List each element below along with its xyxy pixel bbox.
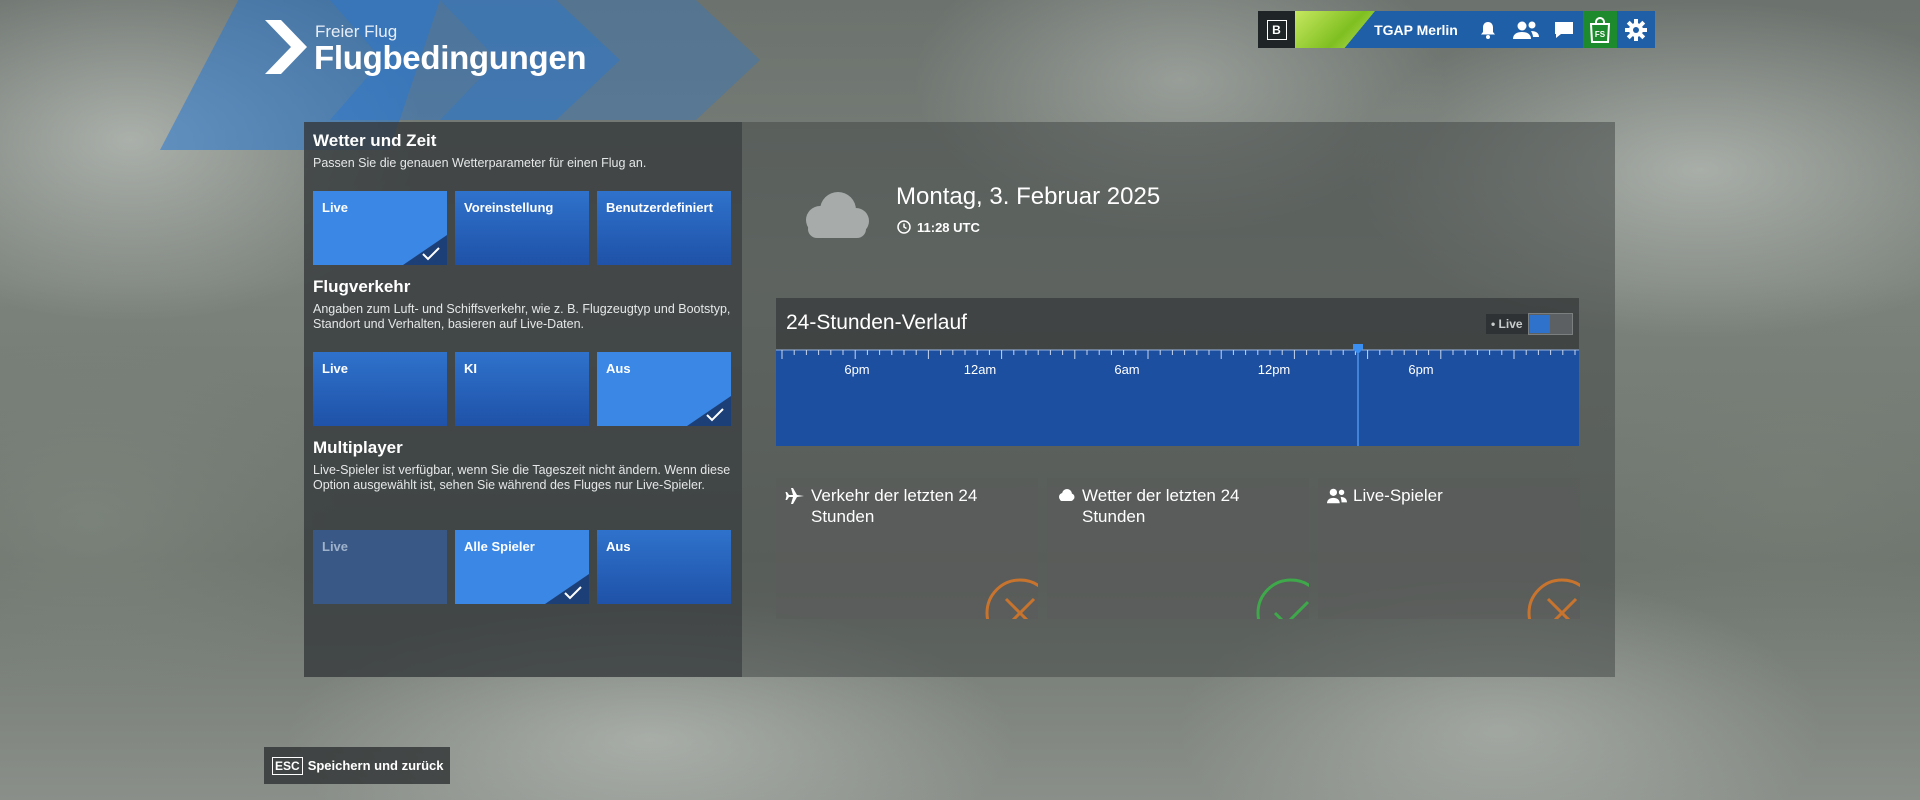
profile-badge[interactable]: B <box>1258 11 1295 48</box>
available-check-icon <box>1256 578 1309 619</box>
top-bar: B TGAP Merlin FS <box>1258 11 1655 48</box>
live-toggle[interactable]: • Live <box>1486 313 1573 335</box>
card-traffic-24h[interactable]: Verkehr der letzten 24 Stunden <box>776 478 1038 619</box>
chat-icon[interactable] <box>1545 11 1583 48</box>
multiplayer-option-all-players[interactable]: Alle Spieler <box>455 530 589 604</box>
save-and-back-button[interactable]: ESC Speichern und zurück <box>264 747 450 784</box>
shop-icon[interactable]: FS <box>1583 11 1617 48</box>
checkmark-icon <box>422 247 440 261</box>
traffic-title: Flugverkehr <box>313 277 411 296</box>
traffic-description: Angaben zum Luft- und Schiffsverkehr, wi… <box>313 302 731 331</box>
svg-text:FS: FS <box>1595 30 1606 39</box>
weather-time-description: Passen Sie die genauen Wetterparameter f… <box>313 156 647 170</box>
multiplayer-option-off[interactable]: Aus <box>597 530 731 604</box>
timeline-tick-label: 6pm <box>1408 362 1433 377</box>
unavailable-icon <box>985 578 1038 619</box>
traffic-option-ai[interactable]: KI <box>455 352 589 426</box>
weather-option-live[interactable]: Live <box>313 191 447 265</box>
card-title: Verkehr der letzten 24 Stunden <box>811 486 978 526</box>
friends-icon[interactable] <box>1507 11 1545 48</box>
checkmark-icon <box>564 586 582 600</box>
weather-time-title: Wetter und Zeit <box>313 131 437 150</box>
multiplayer-option-live[interactable]: Live <box>313 530 447 604</box>
profile-bar: TGAP Merlin FS <box>1295 11 1655 48</box>
username[interactable]: TGAP Merlin <box>1369 22 1463 38</box>
bell-icon[interactable] <box>1469 11 1507 48</box>
timeline-title: 24-Stunden-Verlauf <box>786 311 967 334</box>
avatar[interactable] <box>1295 11 1375 48</box>
timeline-tick-label: 6am <box>1114 362 1139 377</box>
weather-option-custom[interactable]: Benutzerdefiniert <box>597 191 731 265</box>
clock-icon <box>897 220 911 234</box>
gear-icon[interactable] <box>1617 11 1655 48</box>
traffic-option-live[interactable]: Live <box>313 352 447 426</box>
players-icon <box>1327 488 1347 504</box>
chevron-right-icon <box>265 20 307 74</box>
weather-time: 11:28 UTC <box>917 220 980 235</box>
timeline-tick-label: 6pm <box>844 362 869 377</box>
card-title: Wetter der letzten 24 Stunden <box>1082 486 1240 526</box>
card-live-players[interactable]: Live-Spieler <box>1318 478 1580 619</box>
weather-date: Montag, 3. Februar 2025 <box>896 183 1161 210</box>
unavailable-icon <box>1527 578 1580 619</box>
page-title: Flugbedingungen <box>314 39 587 76</box>
esc-key-hint: ESC <box>272 756 303 775</box>
checkmark-icon <box>706 408 724 422</box>
multiplayer-title: Multiplayer <box>313 438 403 457</box>
live-toggle-switch[interactable] <box>1527 313 1573 335</box>
traffic-option-off[interactable]: Aus <box>597 352 731 426</box>
weather-option-preset[interactable]: Voreinstellung <box>455 191 589 265</box>
card-title: Live-Spieler <box>1353 486 1443 505</box>
save-and-back-label: Speichern und zurück <box>307 758 444 773</box>
timeline-scale[interactable]: 6pm 12am 6am 12pm 6pm <box>776 344 1579 446</box>
timeline-tick-label: 12pm <box>1258 362 1291 377</box>
timeline-tick-label: 12am <box>964 362 997 377</box>
cloud-icon <box>1059 489 1075 501</box>
airplane-icon <box>785 488 804 504</box>
cloud-icon <box>806 192 869 238</box>
live-toggle-label: • Live <box>1486 314 1528 334</box>
multiplayer-description: Live-Spieler ist verfügbar, wenn Sie die… <box>313 463 731 492</box>
card-weather-24h[interactable]: Wetter der letzten 24 Stunden <box>1047 478 1309 619</box>
timeline-current-handle <box>1353 344 1363 354</box>
